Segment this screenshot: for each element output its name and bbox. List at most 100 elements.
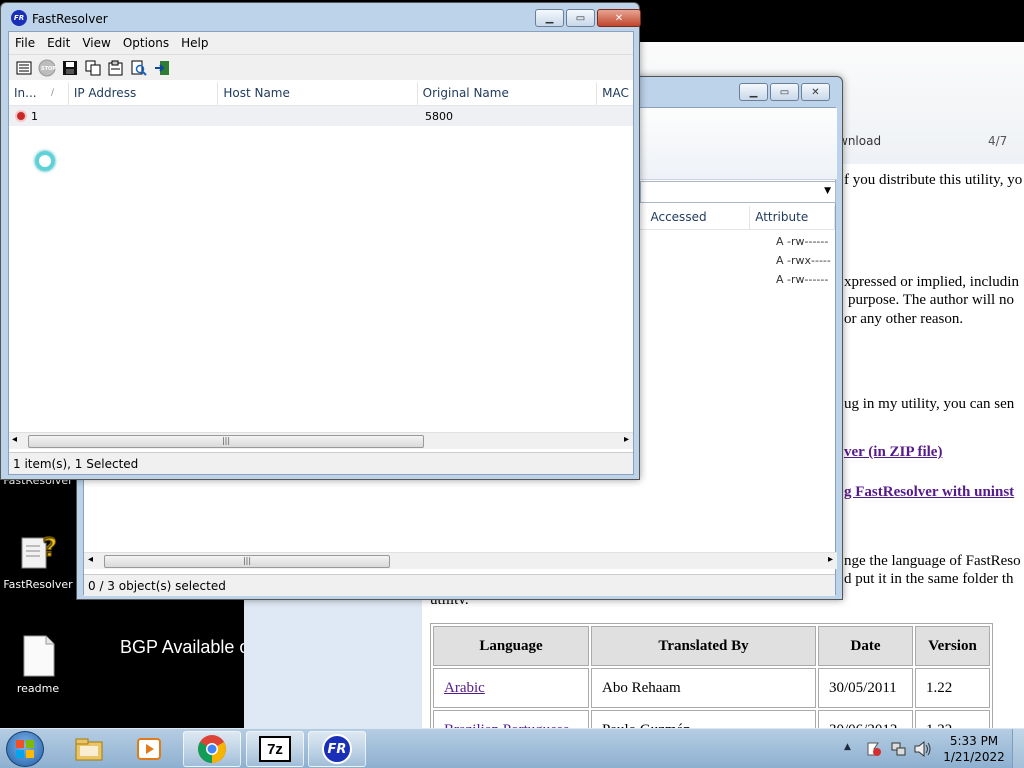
stop-icon[interactable]: STOP [38,59,56,77]
svg-text:STOP: STOP [41,66,56,72]
desktop-icon-fastresolver-folder[interactable]: ? FastResolver [0,530,76,592]
table-cell: Arabic [433,668,589,708]
clock[interactable]: 5:33 PM 1/21/2022 [940,733,1008,765]
action-center-icon[interactable] [866,741,882,757]
menu-edit[interactable]: Edit [41,36,76,50]
column-header-original-name[interactable]: Original Name [418,82,598,105]
minimize-button[interactable]: ▁ [535,9,564,27]
menu-options[interactable]: Options [117,36,175,50]
scroll-thumb[interactable]: ||| [104,555,390,568]
attribute-cell: A -rw------ [776,273,829,286]
desktop-icon-label: readme [16,682,60,695]
download-installer-link[interactable]: g FastResolver with uninst [844,484,1014,501]
toolbar: STOP [9,54,633,80]
fastresolver-app-icon: FR [11,10,27,26]
question-file-icon: ? [18,530,58,574]
statusbar: 1 item(s), 1 Selected [9,452,633,474]
page-text-line: d put it in the same folder th [844,571,1014,587]
text-file-icon [18,634,58,678]
menu-help[interactable]: Help [175,36,214,50]
volume-icon[interactable] [914,740,932,758]
close-button[interactable]: ✕ [597,9,641,27]
menu-bar: File Edit View Options Help [9,32,633,54]
taskbar-media-player[interactable] [120,731,178,767]
horizontal-scrollbar[interactable]: ◂ ||| ▸ [9,432,633,449]
7zip-icon: 7z [259,736,291,762]
taskbar-7zip[interactable]: 7z [246,731,304,767]
fastresolver-client: File Edit View Options Help STOP In... / … [8,31,634,475]
file-browser-statusbar: 0 / 3 object(s) selected [84,574,835,596]
column-header-accessed[interactable]: Accessed [646,206,751,229]
menu-view[interactable]: View [76,36,116,50]
page-text-line: nge the language of FastReso [844,553,1021,569]
clock-time: 5:33 PM [949,734,999,748]
column-header-mac[interactable]: MAC [597,82,633,105]
path-combobox[interactable]: ▼ [640,181,836,203]
copy-icon[interactable] [84,59,102,77]
taskbar-fastresolver[interactable]: FR [308,731,366,767]
taskbar-chrome[interactable] [183,731,241,767]
clock-date: 1/21/2022 [943,750,1005,764]
result-list-header: In... / IP Address Host Name Original Nam… [9,82,633,106]
download-label[interactable]: wnload [838,134,881,148]
page-text-line: purpose. The author will no [848,292,1014,308]
column-header: Version [915,626,990,666]
language-link[interactable]: Arabic [444,680,485,696]
table-header-row: Language Translated By Date Version [433,626,990,666]
column-header-index[interactable]: In... / [9,82,69,105]
svg-text:?: ? [42,533,57,563]
window-title: FastResolver [32,12,108,26]
selection-status: 0 / 3 object(s) selected [88,579,226,593]
maximize-button[interactable]: ▭ [770,83,799,101]
page-text-line: or any other reason. [844,311,964,327]
page-text-line: xpressed or implied, includin [844,274,1019,290]
scroll-right-icon[interactable]: ▸ [624,434,629,445]
column-header-label: In... [14,86,37,100]
properties-icon[interactable] [107,59,125,77]
find-icon[interactable] [130,59,148,77]
column-header-ip[interactable]: IP Address [69,82,219,105]
horizontal-scrollbar[interactable]: ◂ ||| ▸ [84,552,837,569]
fastresolver-window: FR FastResolver ▁ ▭ ✕ File Edit View Opt… [0,2,641,480]
chrome-icon [198,735,226,763]
show-hidden-icons-button[interactable]: ▲ [844,742,851,752]
save-icon[interactable] [61,59,79,77]
column-header-host[interactable]: Host Name [218,82,418,105]
show-desktop-button[interactable] [1012,729,1024,768]
table-cell: 30/05/2011 [818,668,913,708]
windows-explorer-icon [75,738,103,761]
taskbar: 7z FR ▲ 5:33 PM 1/21/2022 [0,728,1024,768]
scroll-left-icon[interactable]: ◂ [88,554,93,565]
column-header: Language [433,626,589,666]
host-status-icon [15,110,27,122]
page-text-line: ug in my utility, you can sen [844,396,1015,412]
window-controls: ▁ ▭ ✕ [737,83,830,101]
maximize-button[interactable]: ▭ [566,9,595,27]
start-button[interactable] [6,731,44,767]
taskbar-explorer[interactable] [60,731,118,767]
attribute-cell: A -rw------ [776,235,829,248]
minimize-button[interactable]: ▁ [739,83,768,101]
table-cell: 1.22 [915,668,990,708]
row-original-name: 5800 [425,109,453,123]
scroll-thumb[interactable]: ||| [28,435,424,448]
list-icon[interactable] [15,59,33,77]
attribute-cell: A -rwx----- [776,254,831,267]
menu-file[interactable]: File [9,36,41,50]
sort-arrow-icon: / [51,88,55,98]
desktop-icon-label: FastResolver [3,578,73,591]
scroll-right-icon[interactable]: ▸ [828,554,833,565]
download-zip-link[interactable]: ver (in ZIP file) [844,444,942,461]
media-player-icon [137,738,161,760]
close-button[interactable]: ✕ [801,83,830,101]
network-icon[interactable] [891,741,907,757]
exit-icon[interactable] [153,59,171,77]
table-cell: Abo Rehaam [591,668,816,708]
column-header-attribute[interactable]: Attribute [750,206,835,229]
table-row[interactable]: 1 5800 [9,106,633,126]
column-header: Date [818,626,913,666]
windows-logo-icon [16,740,34,758]
desktop-icon-readme[interactable]: readme [0,634,76,695]
scroll-left-icon[interactable]: ◂ [12,434,17,445]
item-count-status: 1 item(s), 1 Selected [13,457,139,471]
